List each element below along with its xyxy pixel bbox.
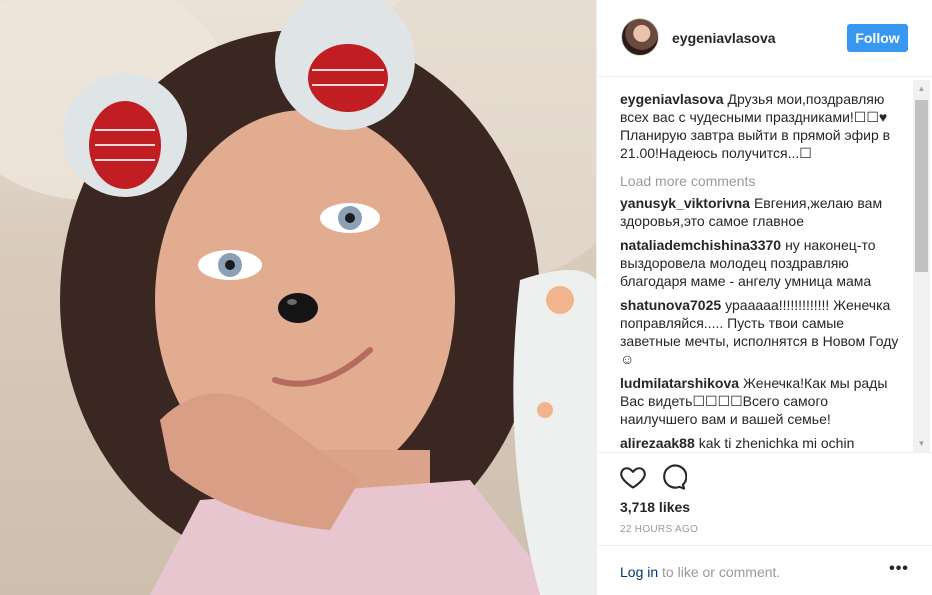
post-header: eygeniavlasova Follow	[597, 0, 932, 77]
comment-item: ludmilatarshikova Женечка!Как мы рады Вас…	[620, 374, 905, 428]
load-more-comments-button[interactable]: Load more comments	[620, 172, 905, 190]
scroll-thumb[interactable]	[915, 100, 928, 272]
photo-illustration	[0, 0, 596, 595]
comment-item: nataliademchishina3370 ну наконец-то вызд…	[620, 236, 905, 290]
caption-username[interactable]: eygeniavlasova	[620, 91, 724, 107]
post-sidebar: eygeniavlasova Follow eygeniavlasova Друз…	[596, 0, 932, 595]
scroll-down-arrow-icon[interactable]: ▼	[913, 435, 930, 452]
heart-icon	[620, 467, 646, 489]
like-button[interactable]	[619, 463, 647, 491]
comment-username[interactable]: yanusyk_viktorivna	[620, 195, 750, 211]
post-photo[interactable]	[0, 0, 596, 595]
scroll-up-arrow-icon[interactable]: ▲	[913, 80, 930, 97]
speech-bubble-icon	[663, 464, 688, 490]
login-prompt-text: to like or comment.	[658, 564, 781, 580]
more-options-button[interactable]: •••	[887, 560, 911, 580]
post-timestamp[interactable]: 22 HOURS AGO	[620, 524, 698, 535]
comment-username[interactable]: ludmilatarshikova	[620, 375, 739, 391]
post-footer: Log in to like or comment. •••	[597, 545, 932, 595]
likes-count[interactable]: 3,718 likes	[620, 499, 690, 515]
comments-scrollbar[interactable]: ▲ ▼	[913, 80, 930, 452]
comment-username[interactable]: nataliademchishina3370	[620, 237, 781, 253]
avatar[interactable]	[621, 18, 659, 56]
ellipsis-icon: •••	[889, 560, 909, 577]
comment-button[interactable]	[659, 463, 688, 491]
login-link[interactable]: Log in	[620, 564, 658, 580]
post-actions: 3,718 likes 22 HOURS AGO	[597, 452, 932, 542]
follow-button[interactable]: Follow	[847, 24, 908, 52]
comment-username[interactable]: alirezaak88	[620, 435, 695, 451]
comment-item: yanusyk_viktorivna Евгения,желаю вам здор…	[620, 194, 905, 230]
caption: eygeniavlasova Друзья мои,поздравляю всех…	[620, 90, 905, 162]
comment-item: shatunova7025 урааааа!!!!!!!!!!!!! Женечк…	[620, 296, 905, 368]
comment-item: alirezaak88 kak ti zhenichka mi ochin	[620, 434, 905, 452]
comment-username[interactable]: shatunova7025	[620, 297, 721, 313]
comment-text: kak ti zhenichka mi ochin	[698, 435, 855, 451]
header-username[interactable]: eygeniavlasova	[672, 30, 776, 46]
comments-list: eygeniavlasova Друзья мои,поздравляю всех…	[620, 90, 905, 452]
login-prompt: Log in to like or comment.	[620, 564, 780, 580]
